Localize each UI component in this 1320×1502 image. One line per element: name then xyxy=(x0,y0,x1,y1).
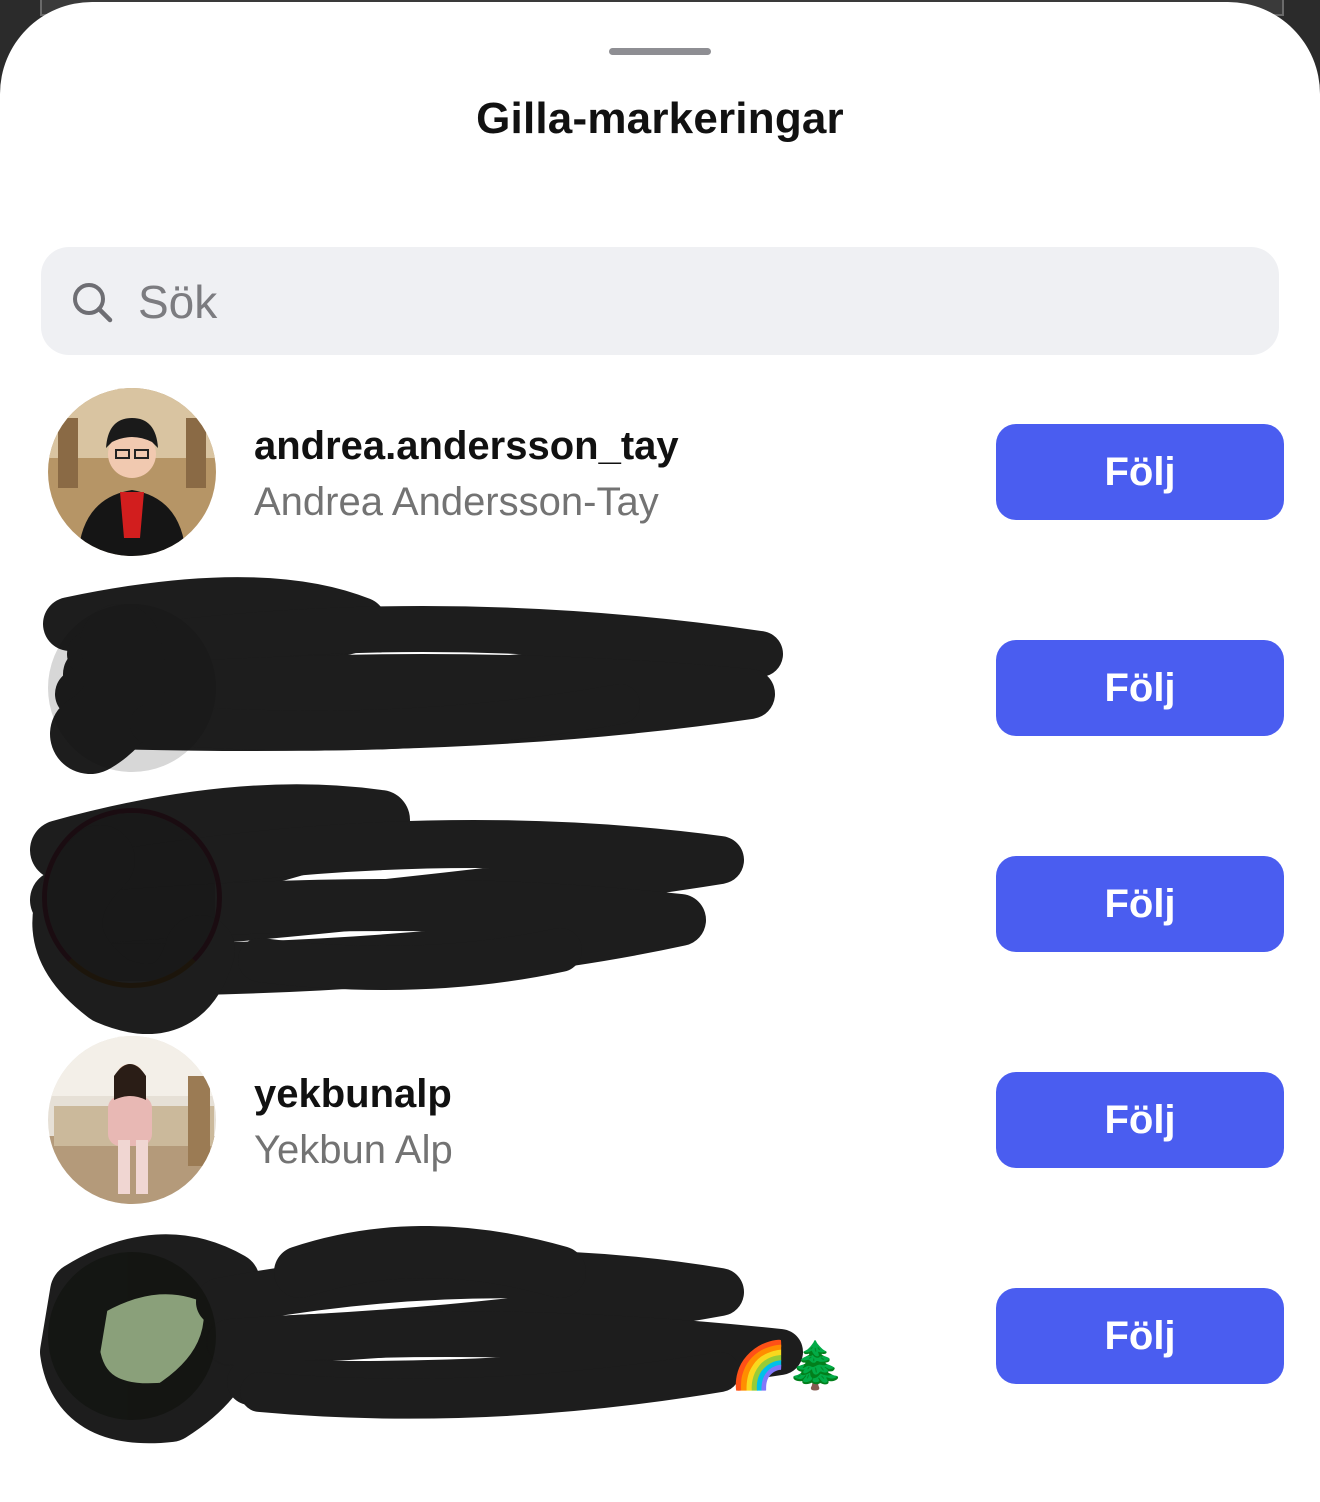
full-name: Andrea Andersson-Tay xyxy=(254,480,659,524)
follow-button[interactable]: Följ xyxy=(996,640,1284,736)
follow-button[interactable]: Följ xyxy=(996,1072,1284,1168)
follow-button[interactable]: Följ xyxy=(996,424,1284,520)
username[interactable]: yekbunalp xyxy=(254,1072,452,1117)
sheet-grabber[interactable] xyxy=(609,48,711,55)
list-item[interactable]: yekbunalp Yekbun Alp Följ xyxy=(0,1036,1320,1216)
redaction-scribble xyxy=(30,784,744,1034)
search-input[interactable] xyxy=(138,270,1238,334)
likes-sheet: Gilla-markeringar andrea.andersson_tay A… xyxy=(0,2,1320,1502)
list-item[interactable]: Följ xyxy=(0,577,1320,784)
sheet-title: Gilla-markeringar xyxy=(476,94,844,143)
search-icon xyxy=(73,283,113,323)
username[interactable]: andrea.andersson_tay xyxy=(254,424,679,469)
avatar[interactable] xyxy=(48,388,216,556)
follow-button[interactable]: Följ xyxy=(996,856,1284,952)
full-name: Yekbun Alp xyxy=(254,1128,453,1172)
list-item[interactable]: Följ xyxy=(0,784,1320,1034)
list-item[interactable]: 🌈🌲 Följ xyxy=(0,1226,1320,1444)
avatar[interactable] xyxy=(48,1036,216,1204)
list-item[interactable]: andrea.andersson_tay Andrea Andersson-Ta… xyxy=(0,388,1320,568)
emoji-status: 🌈🌲 xyxy=(730,1339,845,1391)
follow-button[interactable]: Följ xyxy=(996,1288,1284,1384)
